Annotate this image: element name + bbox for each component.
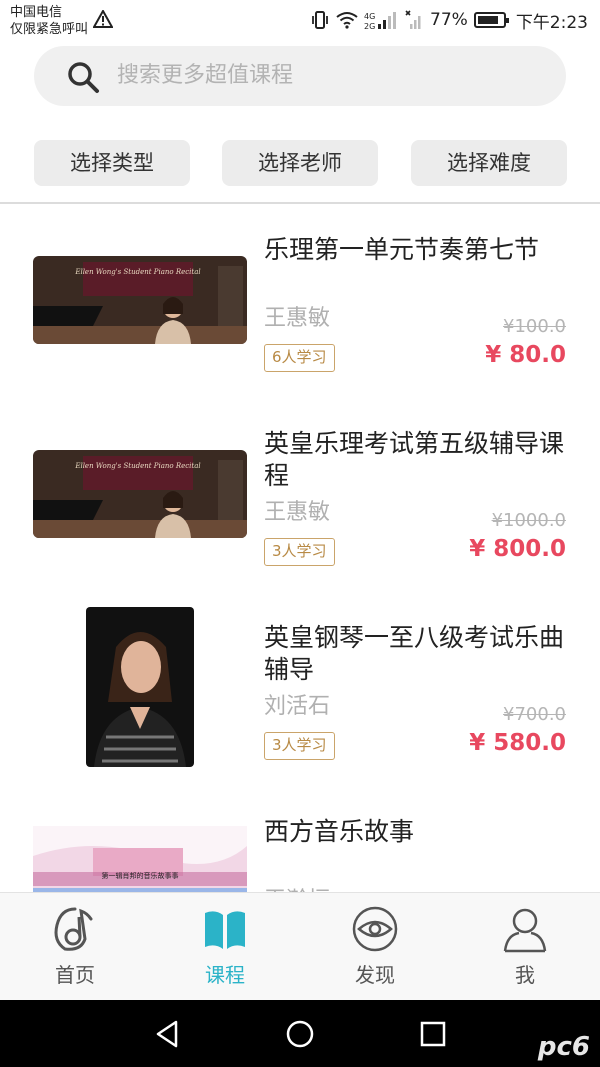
status-bar: 中国电信 仅限紧急呼叫 4G 2G 77% 下午2:23 (0, 0, 600, 42)
emergency-only: 仅限紧急呼叫 (10, 22, 89, 37)
tab-discover-label: 发现 (355, 963, 395, 987)
course-thumbnail: 第一辑肖邦的音乐故事事 (33, 826, 247, 892)
course-item[interactable]: 第一辑肖邦的音乐故事事 西方音乐故事 王瀚恒 (0, 786, 600, 892)
course-teacher: 王瀚恒 (264, 882, 330, 892)
warning-icon (93, 10, 113, 28)
learners-badge: 6人学习 (264, 344, 335, 372)
battery-icon (473, 12, 509, 28)
vibrate-icon (312, 11, 328, 29)
system-nav-bar (0, 1000, 600, 1067)
clock: 下午2:23 (515, 12, 588, 33)
sale-price: ¥ 800.0 (469, 536, 566, 562)
search-placeholder: 搜索更多超值课程 (117, 63, 294, 88)
svg-text:2G: 2G (364, 22, 375, 30)
course-thumbnail (86, 607, 194, 767)
course-teacher: 王惠敏 (264, 500, 331, 525)
course-item[interactable]: 英皇钢琴一至八级考试乐曲辅导 刘活石 ¥700.0 3人学习 ¥ 580.0 (0, 592, 600, 786)
course-teacher: 刘活石 (264, 694, 331, 719)
course-item[interactable]: Ellen Wong's Student Piano Recital 乐理第一单… (0, 204, 600, 398)
back-icon[interactable] (152, 1018, 184, 1050)
tab-me[interactable]: 我 (450, 893, 600, 1001)
course-title: 乐理第一单元节奏第七节 (264, 235, 540, 264)
course-title: 英皇钢琴一至八级考试乐曲辅导 (264, 623, 565, 684)
search-bar[interactable]: 搜索更多超值课程 (34, 46, 566, 106)
course-teacher: 王惠敏 (264, 306, 331, 331)
tab-home[interactable]: 首页 (0, 893, 150, 1001)
course-list[interactable]: Ellen Wong's Student Piano Recital 乐理第一单… (0, 204, 600, 892)
search-icon (68, 62, 99, 93)
tab-courses[interactable]: 课程 (150, 893, 300, 1001)
filter-bar: 选择类型 选择老师 选择难度 (0, 140, 600, 186)
filter-teacher-button[interactable]: 选择老师 (222, 140, 378, 186)
wifi-icon (336, 12, 358, 29)
thumb-caption: Ellen Wong's Student Piano Recital (74, 268, 200, 276)
watermark-logo: pc6 (537, 1032, 590, 1062)
recent-apps-icon[interactable] (417, 1018, 449, 1050)
course-title: 英皇乐理考试第五级辅导课程 (264, 429, 565, 490)
eye-icon (352, 906, 398, 952)
learners-badge: 3人学习 (264, 538, 335, 566)
tab-courses-label: 课程 (205, 963, 245, 987)
tab-discover[interactable]: 发现 (300, 893, 450, 1001)
carrier-name: 中国电信 (10, 5, 63, 20)
original-price: ¥700.0 (503, 704, 566, 725)
filter-type-button[interactable]: 选择类型 (34, 140, 190, 186)
original-price: ¥100.0 (503, 316, 566, 337)
course-item[interactable]: Ellen Wong's Student Piano Recital 英皇乐理考… (0, 398, 600, 592)
filter-difficulty-button[interactable]: 选择难度 (411, 140, 567, 186)
sale-price: ¥ 80.0 (485, 342, 566, 368)
tab-home-label: 首页 (55, 963, 95, 987)
bottom-tab-bar: 首页 课程 发现 我 (0, 892, 600, 1000)
thumb-caption: 第一辑肖邦的音乐故事事 (102, 871, 179, 880)
signal-icon (405, 10, 421, 29)
user-icon (503, 908, 547, 953)
music-note-icon (54, 907, 93, 951)
sale-price: ¥ 580.0 (469, 730, 566, 756)
course-thumbnail: Ellen Wong's Student Piano Recital (33, 450, 247, 538)
signal-4g-icon: 4G 2G (364, 12, 397, 30)
home-icon[interactable] (284, 1018, 316, 1050)
original-price: ¥1000.0 (491, 510, 566, 531)
course-thumbnail: Ellen Wong's Student Piano Recital (33, 256, 247, 344)
battery-percent: 77% (430, 10, 468, 30)
book-icon (205, 911, 245, 949)
tab-me-label: 我 (515, 963, 535, 987)
status-icons: 4G 2G 77% 下午2:23 (310, 8, 588, 33)
svg-text:4G: 4G (364, 12, 375, 21)
learners-badge: 3人学习 (264, 732, 335, 760)
course-title: 西方音乐故事 (264, 817, 415, 846)
thumb-caption: Ellen Wong's Student Piano Recital (74, 462, 200, 470)
carrier-info: 中国电信 仅限紧急呼叫 (10, 4, 88, 38)
